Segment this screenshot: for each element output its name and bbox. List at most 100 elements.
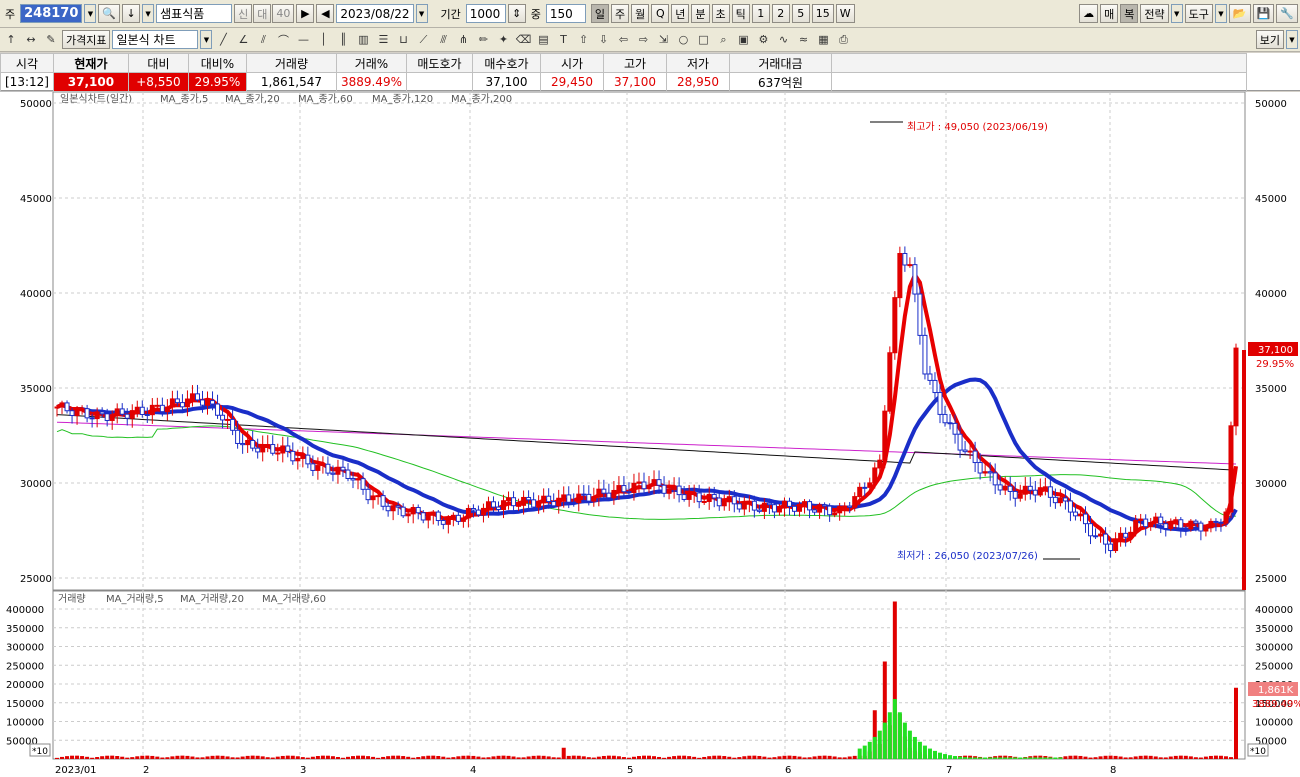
move-down-icon[interactable]: ⇩ bbox=[594, 30, 612, 49]
pitchfork-icon[interactable]: ⋔ bbox=[454, 30, 472, 49]
edit-icon[interactable]: ✎ bbox=[42, 30, 60, 49]
tools-button[interactable]: 도구 bbox=[1184, 4, 1213, 23]
export-icon[interactable]: ▦ bbox=[814, 30, 832, 49]
volume-bar bbox=[1113, 755, 1118, 759]
wave2-icon[interactable]: ≈ bbox=[794, 30, 812, 49]
chart-type-select[interactable]: 일본식 차트 bbox=[112, 30, 199, 49]
candle-body bbox=[882, 410, 888, 461]
tf-week-button[interactable]: 주 bbox=[611, 4, 630, 23]
cloud-icon[interactable]: ☁ bbox=[1079, 4, 1099, 23]
tf-quarter-button[interactable]: Q bbox=[651, 4, 670, 23]
volume-ma-bar bbox=[912, 736, 917, 759]
wrench-icon[interactable]: 🔧 bbox=[1276, 4, 1298, 23]
candle-body bbox=[852, 496, 858, 508]
candle-body bbox=[1198, 522, 1204, 532]
view-button[interactable]: 보기 bbox=[1255, 30, 1284, 49]
tf-day-button[interactable]: 일 bbox=[590, 4, 610, 23]
magic-icon[interactable]: ✦ bbox=[494, 30, 512, 49]
zoom-icon[interactable]: ⌕ bbox=[714, 30, 732, 49]
candle-body bbox=[375, 495, 381, 498]
save-icon[interactable]: 💾 bbox=[1252, 4, 1275, 23]
date-input[interactable]: 2023/08/22 bbox=[336, 4, 414, 23]
settings-icon[interactable]: ⚙ bbox=[754, 30, 772, 49]
tf-w-button[interactable]: W bbox=[835, 4, 855, 23]
pen-icon[interactable]: ✏ bbox=[474, 30, 492, 49]
text-icon[interactable]: T bbox=[554, 30, 572, 49]
candle-body bbox=[726, 496, 732, 503]
grid-lines-icon[interactable]: ▥ bbox=[354, 30, 372, 49]
volume-tick-left: 200000 bbox=[6, 680, 44, 691]
arc-icon[interactable]: ⌒ bbox=[274, 30, 292, 49]
count-input[interactable]: 150 bbox=[545, 4, 586, 23]
cycle-icon[interactable]: ⊔ bbox=[394, 30, 412, 49]
scan-icon[interactable]: ▣ bbox=[734, 30, 752, 49]
tf-5-button[interactable]: 5 bbox=[791, 4, 810, 23]
print-icon[interactable]: ⎙ bbox=[834, 30, 852, 49]
rect-icon[interactable]: □ bbox=[694, 30, 712, 49]
sort-icon[interactable]: ↓ bbox=[122, 4, 141, 23]
search-icon[interactable]: 🔍 bbox=[98, 4, 121, 23]
sort-dropdown-icon[interactable]: ▼ bbox=[142, 4, 155, 23]
expand-icon[interactable]: ↔ bbox=[22, 30, 40, 49]
angle-icon[interactable]: ∠ bbox=[234, 30, 252, 49]
date-dropdown-icon[interactable]: ▼ bbox=[415, 4, 428, 23]
move-right-icon[interactable]: ⇨ bbox=[634, 30, 652, 49]
volume-ma-bar bbox=[948, 755, 953, 759]
price-volume-chart[interactable]: 50000 50000 45000 45000 40000 40000 35000 35000… bbox=[0, 92, 1300, 777]
hline-icon[interactable]: — bbox=[294, 30, 312, 49]
tf-second-button[interactable]: 초 bbox=[711, 4, 730, 23]
candle-body bbox=[1208, 520, 1214, 529]
next-arrow-icon[interactable]: ▶ bbox=[296, 4, 315, 23]
prev-arrow-icon[interactable]: ◀ bbox=[316, 4, 335, 23]
view-dropdown-icon[interactable]: ▼ bbox=[1286, 30, 1298, 49]
volume-bar bbox=[742, 756, 747, 759]
note-icon[interactable]: ▤ bbox=[534, 30, 552, 49]
tf-year-button[interactable]: 년 bbox=[671, 4, 690, 23]
fib-time-icon[interactable]: ║ bbox=[334, 30, 352, 49]
candle-body bbox=[290, 450, 296, 462]
up-arrow-icon[interactable]: ↑ bbox=[2, 30, 20, 49]
fan-icon[interactable]: ⫽ bbox=[254, 30, 272, 49]
volume-bar bbox=[837, 757, 842, 759]
circle-icon[interactable]: ○ bbox=[674, 30, 692, 49]
tf-minute-button[interactable]: 분 bbox=[691, 4, 710, 23]
move-up-icon[interactable]: ⇧ bbox=[574, 30, 592, 49]
tf-1-button[interactable]: 1 bbox=[751, 4, 770, 23]
tf-month-button[interactable]: 월 bbox=[631, 4, 650, 23]
eraser-icon[interactable]: ⌫ bbox=[514, 30, 532, 49]
trendline-icon[interactable]: ╱ bbox=[214, 30, 232, 49]
tools-dropdown-icon[interactable]: ▼ bbox=[1214, 4, 1227, 23]
period-input[interactable]: 1000 bbox=[465, 4, 506, 23]
candle-body bbox=[977, 462, 983, 474]
chart-type-dropdown-icon[interactable]: ▼ bbox=[200, 30, 213, 49]
parallel-icon[interactable]: ⫻ bbox=[434, 30, 452, 49]
tf-15-button[interactable]: 15 bbox=[811, 4, 834, 23]
candle-body bbox=[892, 297, 898, 354]
code-dropdown-icon[interactable]: ▼ bbox=[84, 4, 97, 23]
candle-body bbox=[1103, 533, 1109, 545]
tf-2-button[interactable]: 2 bbox=[771, 4, 790, 23]
strategy-dropdown-icon[interactable]: ▼ bbox=[1170, 4, 1183, 23]
candle-body bbox=[1113, 538, 1119, 552]
volume-ma-bar bbox=[932, 750, 937, 759]
wave-icon[interactable]: ∿ bbox=[774, 30, 792, 49]
stock-code-input[interactable]: 248170 bbox=[20, 4, 83, 23]
channel-icon[interactable]: ⟋ bbox=[414, 30, 432, 49]
indicator-button[interactable]: 가격지표 bbox=[62, 30, 111, 49]
spin-icon[interactable]: ⇕ bbox=[507, 4, 526, 23]
candle-body bbox=[1052, 496, 1058, 504]
folder-icon[interactable]: 📂 bbox=[1228, 4, 1251, 23]
volume-bar bbox=[1168, 756, 1173, 759]
tf-tick-button[interactable]: 틱 bbox=[731, 4, 750, 23]
strategy-button[interactable]: 전략 bbox=[1140, 4, 1169, 23]
vline-icon[interactable]: │ bbox=[314, 30, 332, 49]
goto-icon[interactable]: ⇲ bbox=[654, 30, 672, 49]
move-left-icon[interactable]: ⇦ bbox=[614, 30, 632, 49]
multi-button[interactable]: 복 bbox=[1120, 4, 1139, 23]
candle-body bbox=[1128, 531, 1134, 538]
chart-area[interactable]: 50000 50000 45000 45000 40000 40000 35000 35000… bbox=[0, 92, 1300, 777]
val-low: 28,950 bbox=[665, 72, 730, 92]
trade-button[interactable]: 매 bbox=[1100, 4, 1119, 23]
fib-retrace-icon[interactable]: ☰ bbox=[374, 30, 392, 49]
volume-bar bbox=[396, 755, 401, 759]
